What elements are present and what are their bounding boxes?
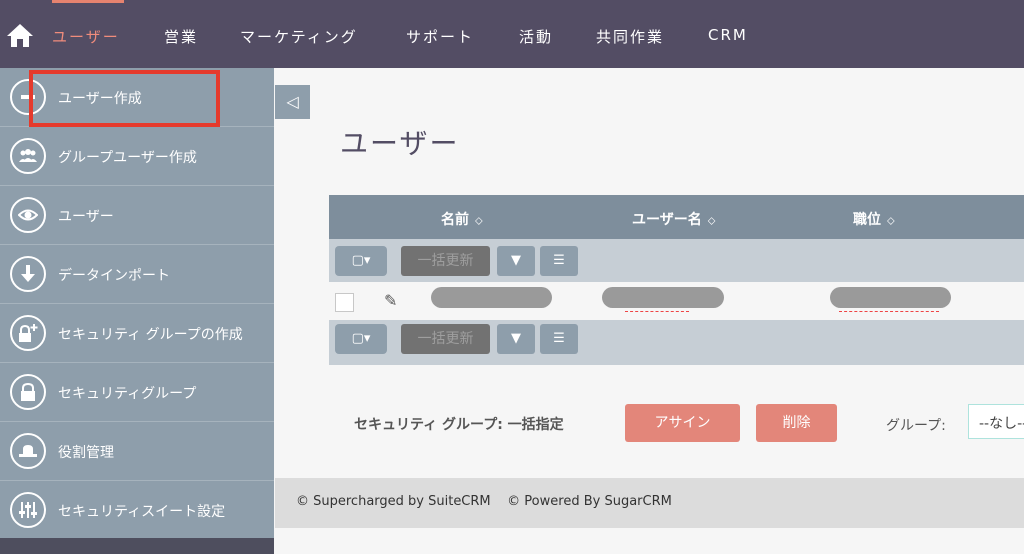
row-checkbox[interactable] <box>335 293 354 312</box>
footer-credits: © Supercharged by SuiteCRM © Powered By … <box>296 494 672 509</box>
sidebar-item-label: セキュリティグループ <box>58 386 197 402</box>
column-header-label: 職位 <box>853 212 881 228</box>
suitecrm-link[interactable]: © Supercharged by SuiteCRM <box>296 494 491 509</box>
assign-button[interactable]: アサイン <box>625 404 740 442</box>
lock-plus-icon <box>10 315 46 351</box>
column-header-label: 名前 <box>441 212 469 228</box>
sidebar: ユーザー作成 グループユーザー作成 ユーザー データインポート セキュリティ グ… <box>0 68 274 554</box>
page-bottom <box>275 528 1024 554</box>
table-header: 名前 ⬦ ユーザー名 ⬦ 職位 ⬦ <box>329 195 1024 239</box>
sidebar-item-label: セキュリティ グループの作成 <box>58 327 243 343</box>
lock-icon <box>10 374 46 410</box>
group-select[interactable]: --なし-- <box>968 404 1024 439</box>
security-group-mass-assign-label: セキュリティ グループ: 一括指定 <box>354 417 564 433</box>
page-title: ユーザー <box>340 127 460 160</box>
filter-icon[interactable]: ▼ <box>497 324 535 354</box>
table-row: ✎ <box>329 282 1024 320</box>
sort-icon[interactable]: ⬦ <box>708 214 716 227</box>
column-header-title[interactable]: 職位 ⬦ <box>853 209 895 229</box>
spellcheck-underline <box>839 311 939 312</box>
home-icon[interactable] <box>6 22 34 48</box>
select-all-dropdown[interactable]: ▢▾ <box>335 324 387 354</box>
sort-icon[interactable]: ⬦ <box>887 214 895 227</box>
column-header-label: ユーザー名 <box>632 212 702 228</box>
sidebar-item-label: セキュリティスイート設定 <box>58 504 226 520</box>
sugarcrm-link[interactable]: © Powered By SugarCRM <box>507 494 672 509</box>
nav-users[interactable]: ユーザー <box>52 26 120 47</box>
nav-crm[interactable]: CRM <box>708 26 748 44</box>
sidebar-footer-strip <box>0 538 274 554</box>
sidebar-item-data-import[interactable]: データインポート <box>0 245 274 304</box>
active-tab-indicator <box>52 0 124 3</box>
top-navbar: ユーザー 営業 マーケティング サポート 活動 共同作業 CRM <box>0 0 1024 68</box>
spellcheck-underline <box>625 311 689 312</box>
column-chooser-icon[interactable]: ☰ <box>540 246 578 276</box>
redacted-username <box>602 287 724 308</box>
group-label: グループ: <box>886 418 946 434</box>
sidebar-item-label: グループユーザー作成 <box>58 150 197 166</box>
column-header-name[interactable]: 名前 ⬦ <box>441 209 483 229</box>
column-chooser-icon[interactable]: ☰ <box>540 324 578 354</box>
select-all-dropdown[interactable]: ▢▾ <box>335 246 387 276</box>
download-arrow-icon <box>10 256 46 292</box>
sidebar-item-label: 役割管理 <box>58 445 114 461</box>
sidebar-item-label: ユーザー <box>58 209 114 225</box>
sidebar-item-security-groups[interactable]: セキュリティグループ <box>0 363 274 422</box>
sidebar-item-security-suite-settings[interactable]: セキュリティスイート設定 <box>0 481 274 540</box>
nav-collaboration[interactable]: 共同作業 <box>596 26 664 47</box>
sidebar-item-users[interactable]: ユーザー <box>0 186 274 245</box>
sidebar-collapse-button[interactable]: ◁ <box>275 85 310 119</box>
sort-icon[interactable]: ⬦ <box>475 214 483 227</box>
group-users-icon <box>10 138 46 174</box>
sidebar-item-create-group-user[interactable]: グループユーザー作成 <box>0 127 274 186</box>
nav-marketing[interactable]: マーケティング <box>240 26 358 47</box>
list-view-table: 名前 ⬦ ユーザー名 ⬦ 職位 ⬦ ▢▾ 一括更新 ▼ ☰ ▢▾ 一括更新 ▼ ☰ <box>329 195 1024 365</box>
sliders-icon <box>10 492 46 528</box>
sidebar-item-role-management[interactable]: 役割管理 <box>0 422 274 481</box>
column-header-username[interactable]: ユーザー名 ⬦ <box>632 209 715 229</box>
sidebar-item-create-security-group[interactable]: セキュリティ グループの作成 <box>0 304 274 363</box>
filter-icon[interactable]: ▼ <box>497 246 535 276</box>
mass-update-button[interactable]: 一括更新 <box>401 246 490 276</box>
mass-update-button[interactable]: 一括更新 <box>401 324 490 354</box>
nav-sales[interactable]: 営業 <box>164 26 198 47</box>
remove-button[interactable]: 削除 <box>756 404 837 442</box>
sidebar-item-label: データインポート <box>58 268 170 284</box>
nav-activities[interactable]: 活動 <box>519 26 553 47</box>
highlight-annotation <box>29 70 220 127</box>
edit-pencil-icon[interactable]: ✎ <box>384 291 397 310</box>
redacted-name <box>431 287 552 308</box>
eye-icon <box>10 197 46 233</box>
hat-icon <box>10 433 46 469</box>
nav-support[interactable]: サポート <box>406 26 474 47</box>
redacted-title <box>830 287 951 308</box>
